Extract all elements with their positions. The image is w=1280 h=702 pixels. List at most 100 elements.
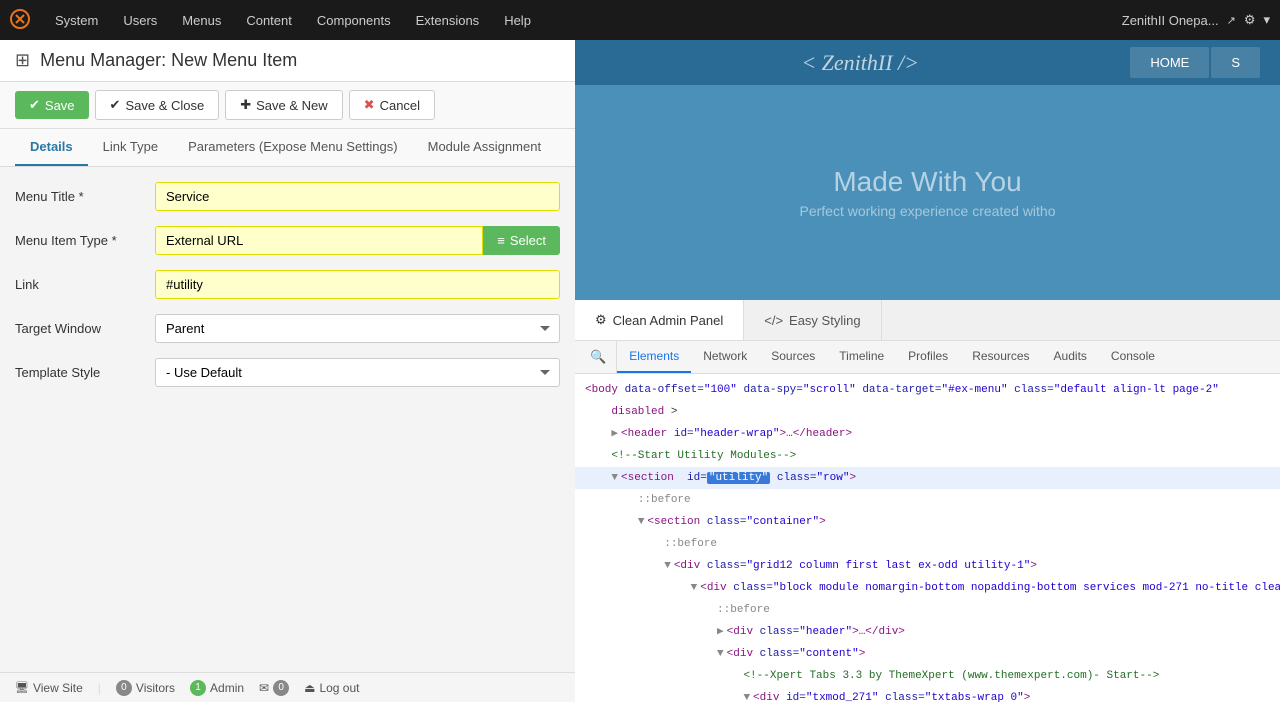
devtools-tab-network[interactable]: Network (691, 341, 759, 373)
left-panel: ⊞ Menu Manager: New Menu Item ✔ Save ✔ S… (0, 40, 575, 702)
menu-manager-icon: ⊞ (15, 50, 30, 71)
link-label: Link (15, 277, 155, 292)
visitors-label: Visitors (136, 681, 175, 695)
devtools-line-11: ::before (575, 599, 1280, 621)
admin-tab-clean[interactable]: ⚙ Clean Admin Panel (575, 300, 744, 340)
view-site-link[interactable]: View Site (33, 681, 83, 695)
devtools-line-5: <section id="utility" class="row"> (575, 467, 1280, 489)
select-label: Select (510, 233, 546, 248)
settings-icon[interactable]: ⚙ (1244, 12, 1256, 28)
logout-link[interactable]: Log out (319, 681, 359, 695)
easy-styling-label: Easy Styling (789, 313, 861, 328)
collapse-icon-2[interactable] (638, 516, 645, 528)
clean-admin-icon: ⚙ (595, 312, 607, 328)
save-icon: ✔ (29, 97, 40, 113)
tab-details[interactable]: Details (15, 129, 88, 166)
devtools-tab-resources[interactable]: Resources (960, 341, 1041, 373)
tab-link-type[interactable]: Link Type (88, 129, 173, 166)
visitors-badge: 0 (116, 680, 132, 696)
devtools-tab-elements[interactable]: Elements (617, 341, 691, 373)
external-link-icon: ↗ (1227, 14, 1236, 27)
save-new-label: Save & New (256, 98, 328, 113)
devtools-content: <body data-offset="100" data-spy="scroll… (575, 374, 1280, 702)
collapse-icon-section[interactable] (611, 472, 618, 484)
cancel-label: Cancel (380, 98, 420, 113)
nav-extensions[interactable]: Extensions (406, 8, 490, 33)
preview-logo: < ZenithII /> (801, 50, 919, 75)
tab-parameters[interactable]: Parameters (Expose Menu Settings) (173, 129, 413, 166)
preview-content-area: Made With You Perfect working experience… (575, 85, 1280, 300)
separator-1: | (98, 681, 101, 695)
admin-badge: 1 (190, 680, 206, 696)
devtools-line-3: <header id="header-wrap">…</header> (575, 423, 1280, 445)
devtools-line-1: <body data-offset="100" data-spy="scroll… (575, 379, 1280, 401)
collapse-icon-6[interactable] (717, 648, 724, 660)
clean-admin-label: Clean Admin Panel (613, 313, 724, 328)
tab-module-assignment[interactable]: Module Assignment (413, 129, 556, 166)
admin-tab-easy-styling[interactable]: </> Easy Styling (744, 300, 881, 340)
admin-item: 1 Admin (190, 680, 244, 696)
easy-styling-icon: </> (764, 313, 783, 328)
devtools-tab-profiles[interactable]: Profiles (896, 341, 960, 373)
devtools-line-8: ::before (575, 533, 1280, 555)
user-link[interactable]: ZenithII Onepa... (1122, 13, 1219, 28)
link-input[interactable] (155, 270, 560, 299)
devtools-line-7: <section class="container"> (575, 511, 1280, 533)
menu-item-type-input[interactable] (155, 226, 483, 255)
save-close-button[interactable]: ✔ Save & Close (95, 90, 220, 120)
panel-header: ⊞ Menu Manager: New Menu Item (0, 40, 575, 82)
nav-users[interactable]: Users (113, 8, 167, 33)
message-icon: ✉ (259, 681, 269, 695)
page-title: Menu Manager: New Menu Item (40, 50, 297, 71)
collapse-icon-3[interactable] (664, 560, 671, 572)
save-label: Save (45, 98, 75, 113)
devtools-tab-console[interactable]: Console (1099, 341, 1167, 373)
template-style-select[interactable]: - Use Default (155, 358, 560, 387)
link-row: Link (15, 270, 560, 299)
select-button[interactable]: ≡ Select (483, 226, 560, 255)
nav-content[interactable]: Content (236, 8, 302, 33)
form-tabs: Details Link Type Parameters (Expose Men… (0, 129, 575, 167)
target-window-select[interactable]: Parent (155, 314, 560, 343)
logout-icon: ⏏ (304, 681, 315, 695)
save-button[interactable]: ✔ Save (15, 91, 89, 119)
collapse-icon-5[interactable] (717, 626, 724, 638)
joomla-logo[interactable] (10, 9, 30, 32)
chevron-down-icon[interactable]: ▾ (1263, 12, 1270, 28)
collapse-icon-7[interactable] (743, 692, 750, 702)
devtools-line-4: <!--Start Utility Modules--> (575, 445, 1280, 467)
devtools-tab-sources[interactable]: Sources (759, 341, 827, 373)
nav-system[interactable]: System (45, 8, 108, 33)
logout-item: ⏏ Log out (304, 681, 359, 695)
top-navigation: System Users Menus Content Components Ex… (0, 0, 1280, 40)
nav-help[interactable]: Help (494, 8, 541, 33)
menu-title-input[interactable] (155, 182, 560, 211)
nav-menus[interactable]: Menus (172, 8, 231, 33)
main-container: ⊞ Menu Manager: New Menu Item ✔ Save ✔ S… (0, 40, 1280, 702)
collapse-icon[interactable] (611, 428, 618, 440)
preview-title: Made With You (833, 166, 1021, 198)
cancel-button[interactable]: ✖ Cancel (349, 90, 435, 120)
collapse-icon-4[interactable] (691, 582, 698, 594)
devtools-line-13: <div class="content"> (575, 643, 1280, 665)
save-new-icon: ✚ (240, 97, 251, 113)
save-new-button[interactable]: ✚ Save & New (225, 90, 342, 120)
nav-components[interactable]: Components (307, 8, 401, 33)
admin-tabs: ⚙ Clean Admin Panel </> Easy Styling (575, 300, 1280, 341)
devtools-tab-audits[interactable]: Audits (1042, 341, 1099, 373)
target-window-label: Target Window (15, 321, 155, 336)
view-site-item: 🖥 View Site (15, 681, 83, 695)
right-panel: < ZenithII /> HOME S Made With You Perfe… (575, 40, 1280, 702)
devtools-panel: 🔍 Elements Network Sources Timeline Prof… (575, 341, 1280, 702)
devtools-tab-timeline[interactable]: Timeline (827, 341, 896, 373)
preview-nav-bar: < ZenithII /> HOME S (575, 40, 1280, 85)
devtools-line-2: disabled > (575, 401, 1280, 423)
devtools-line-14: <!--Xpert Tabs 3.3 by ThemeXpert (www.th… (575, 665, 1280, 687)
preview-more-button[interactable]: S (1211, 47, 1260, 78)
menu-item-type-group: ≡ Select (155, 226, 560, 255)
devtools-search-icon[interactable]: 🔍 (580, 341, 617, 373)
preview-home-button[interactable]: HOME (1130, 47, 1209, 78)
menu-item-type-row: Menu Item Type * ≡ Select (15, 226, 560, 255)
menu-item-type-label: Menu Item Type * (15, 233, 155, 248)
save-close-icon: ✔ (110, 97, 121, 113)
